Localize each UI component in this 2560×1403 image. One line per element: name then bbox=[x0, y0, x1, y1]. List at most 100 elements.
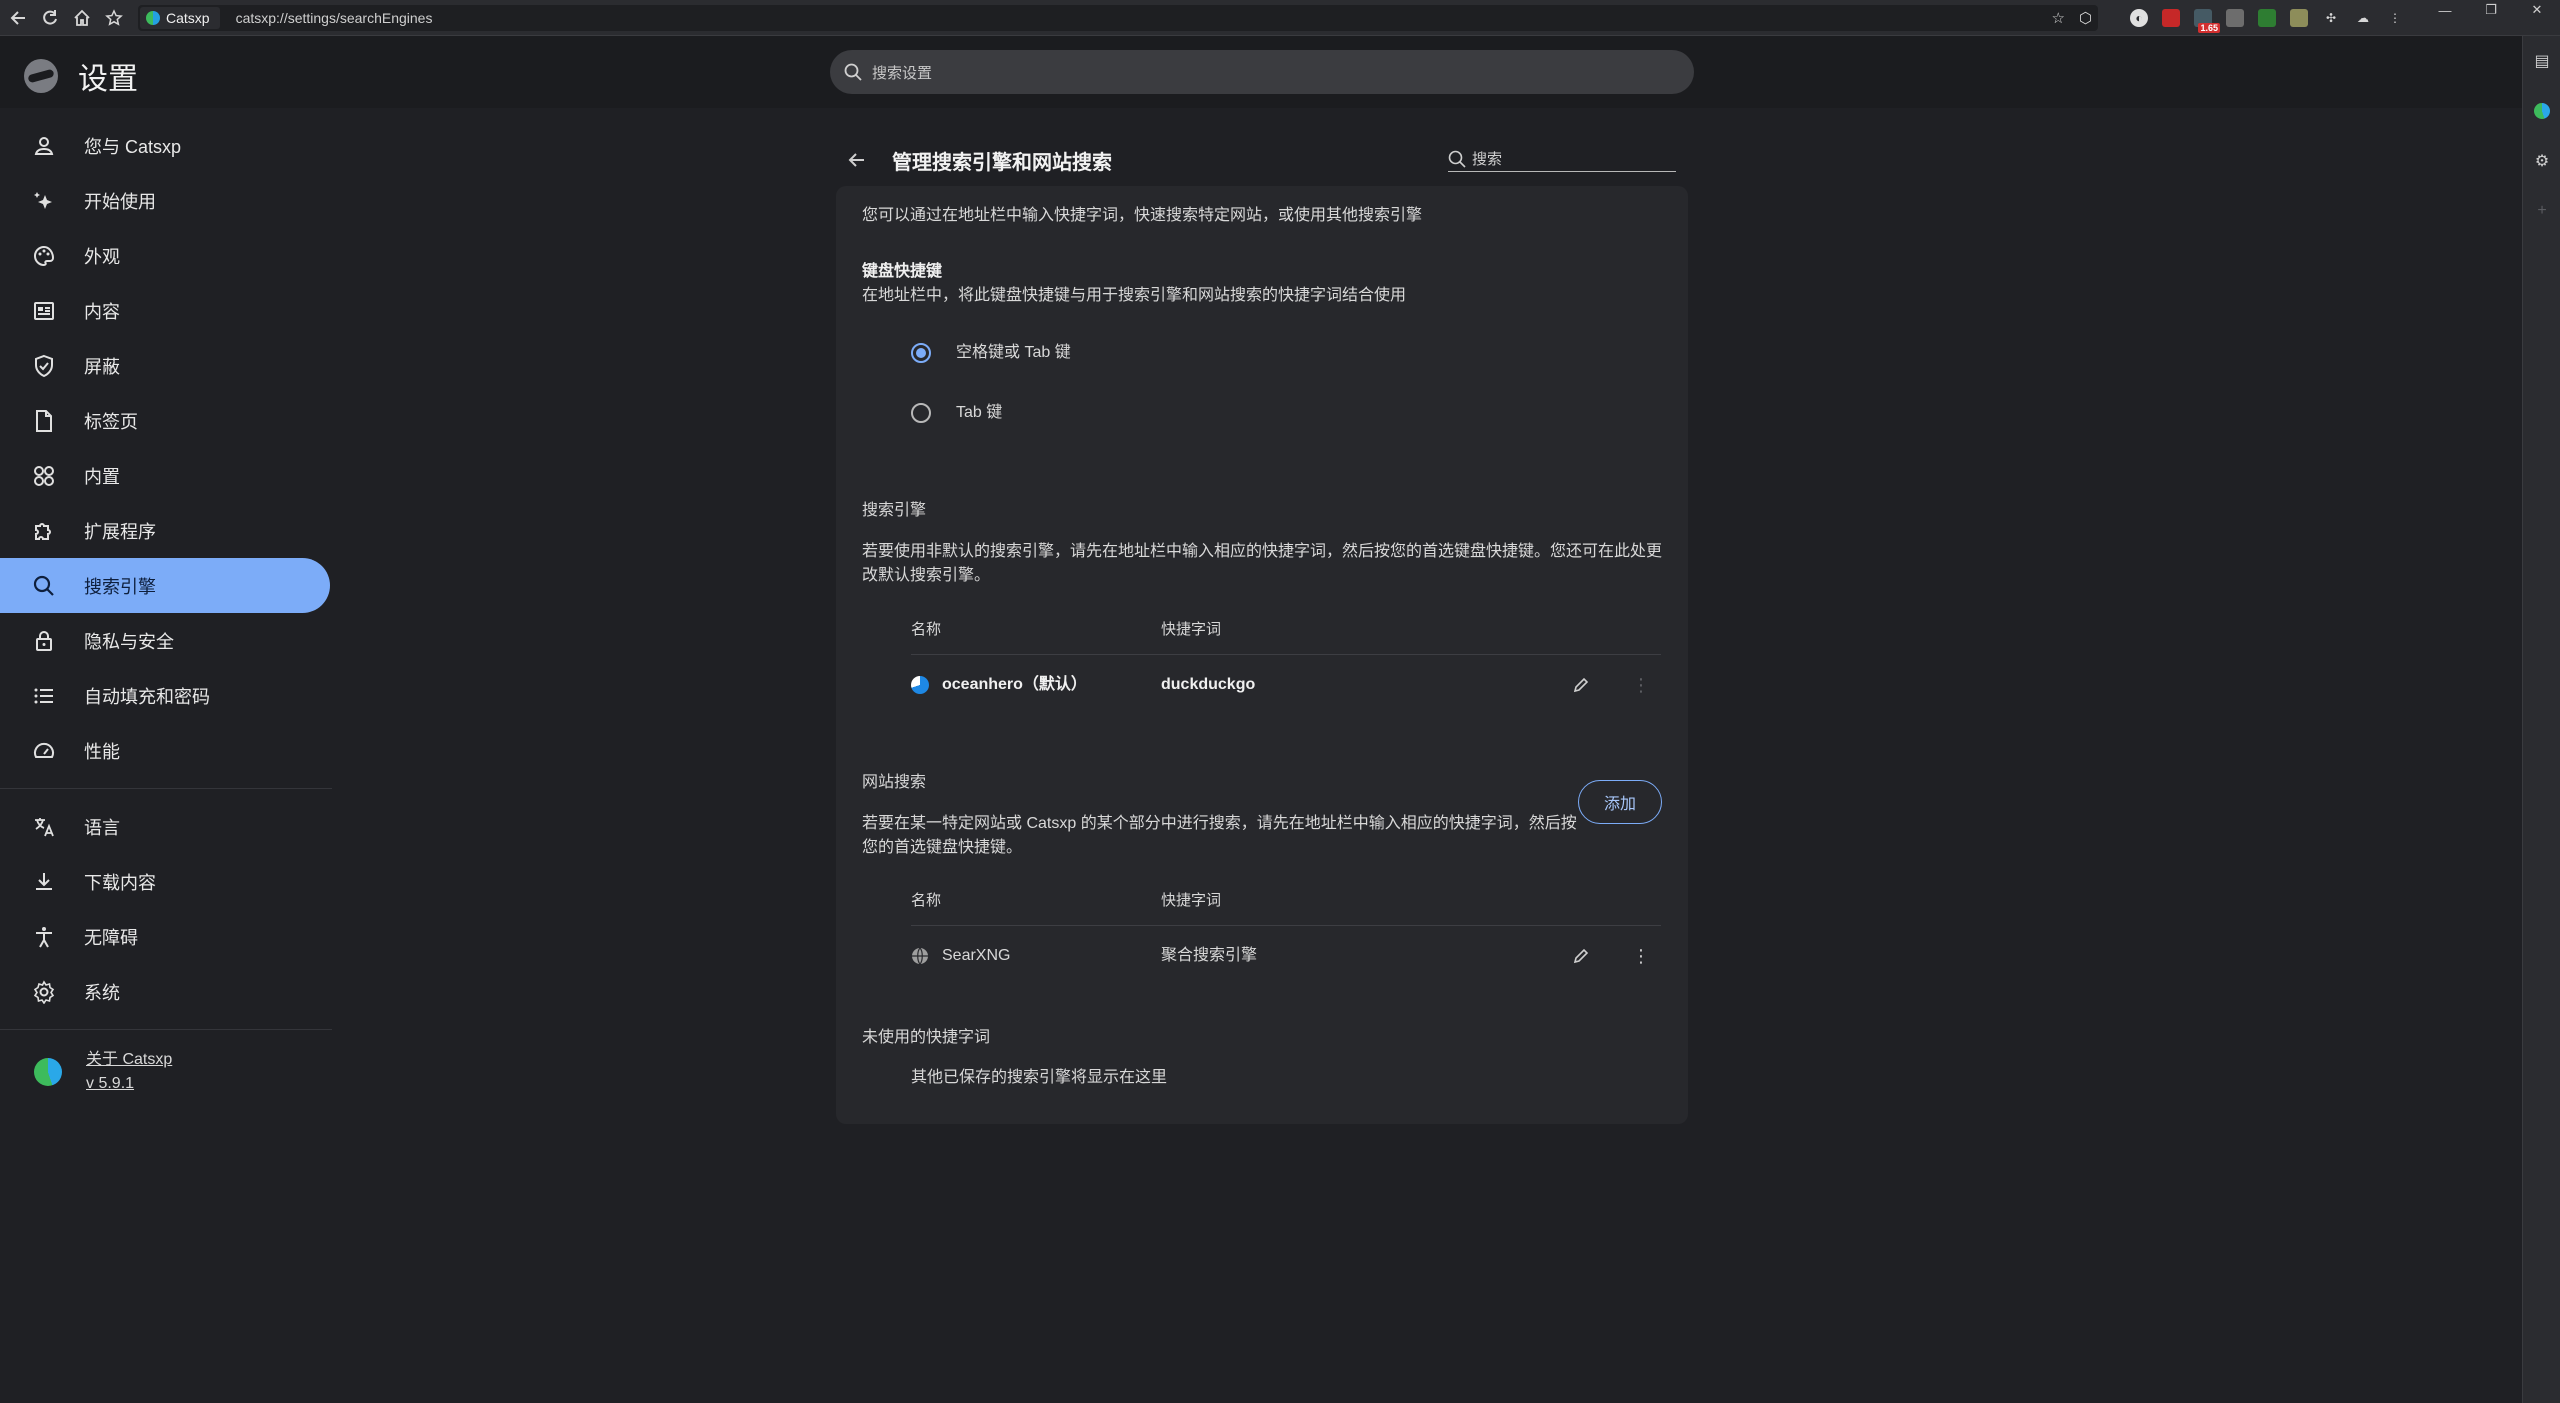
search-placeholder: 搜索设置 bbox=[872, 64, 933, 82]
radio-space-or-tab-label[interactable]: 空格键或 Tab 键 bbox=[956, 341, 1071, 365]
sidebar-item-label: 无障碍 bbox=[84, 927, 138, 948]
subpage-search-input[interactable]: 搜索 bbox=[1448, 146, 1676, 172]
extension-yellow-icon[interactable] bbox=[2290, 9, 2308, 27]
add-panel-icon[interactable]: + bbox=[2523, 186, 2560, 236]
sidebar-item-label: 外观 bbox=[84, 246, 120, 267]
restore-icon[interactable]: ❐ bbox=[2468, 0, 2514, 20]
back-arrow-icon[interactable] bbox=[844, 147, 870, 173]
extension-grid-icon[interactable] bbox=[2226, 9, 2244, 27]
sidebar-item-languages[interactable]: 语言 bbox=[0, 799, 330, 854]
more-menu-icon[interactable]: ⋮ bbox=[1629, 944, 1653, 968]
home-icon[interactable] bbox=[68, 4, 96, 32]
address-bar[interactable]: Catsxp catsxp://settings/searchEngines ☆… bbox=[138, 5, 2098, 31]
sidebar-item-getting-started[interactable]: 开始使用 bbox=[0, 173, 330, 228]
engine-name: oceanhero（默认） bbox=[942, 676, 1087, 693]
browser-toolbar: Catsxp catsxp://settings/searchEngines ☆… bbox=[0, 0, 2560, 36]
keyboard-desc: 在地址栏中，将此键盘快捷键与用于搜索引擎和网站搜索的快捷字词结合使用 bbox=[862, 287, 1407, 304]
sites-col-keyword: 快捷字词 bbox=[1161, 892, 1222, 909]
sidebar-item-performance[interactable]: 性能 bbox=[0, 723, 330, 778]
sidebar: 您与 Catsxp 开始使用 外观 内容 屏蔽 标签页 内置 扩展程序 搜索引擎… bbox=[0, 118, 332, 1096]
settings-search-input[interactable]: 搜索设置 bbox=[830, 50, 1694, 94]
settings-brand: 设置 bbox=[24, 54, 138, 98]
sidebar-item-label: 内置 bbox=[84, 466, 120, 487]
menu-dots-icon[interactable]: ⋮ bbox=[2386, 9, 2404, 27]
intro-text: 您可以通过在地址栏中输入快捷字词，快速搜索特定网站，或使用其他搜索引擎 bbox=[862, 207, 1423, 224]
star-icon[interactable]: ☆ bbox=[2051, 9, 2064, 27]
sidebar-item-label: 自动填充和密码 bbox=[84, 686, 210, 707]
extension-red-icon[interactable] bbox=[2162, 9, 2180, 27]
unused-empty-text: 其他已保存的搜索引擎将显示在这里 bbox=[911, 1069, 1168, 1086]
settings-card: 您可以通过在地址栏中输入快捷字词，快速搜索特定网站，或使用其他搜索引擎 键盘快捷… bbox=[836, 186, 1688, 1124]
sidebar-item-label: 搜索引擎 bbox=[84, 576, 156, 597]
palette-icon bbox=[30, 242, 58, 270]
sidebar-item-you[interactable]: 您与 Catsxp bbox=[0, 118, 330, 173]
edit-pencil-icon[interactable] bbox=[1569, 944, 1593, 968]
catsxp-panel-icon[interactable] bbox=[2523, 86, 2560, 136]
sidebar-item-builtin[interactable]: 内置 bbox=[0, 448, 330, 503]
sites-col-name: 名称 bbox=[911, 892, 942, 909]
sidebar-item-tabs[interactable]: 标签页 bbox=[0, 393, 330, 448]
keyboard-heading: 键盘快捷键 bbox=[862, 263, 943, 280]
about-catsxp[interactable]: 关于 Catsxp v 5.9.1 bbox=[0, 1048, 332, 1096]
more-menu-icon[interactable]: ⋮ bbox=[1629, 673, 1653, 697]
radio-space-or-tab[interactable] bbox=[911, 343, 931, 363]
site-name: SearXNG bbox=[942, 947, 1011, 964]
content-icon bbox=[30, 297, 58, 325]
oceanhero-favicon-icon bbox=[911, 676, 929, 694]
shield-icon[interactable]: ⬡ bbox=[2079, 9, 2092, 27]
translate-icon bbox=[30, 813, 58, 841]
gauge-icon bbox=[30, 737, 58, 765]
sidebar-item-accessibility[interactable]: 无障碍 bbox=[0, 909, 330, 964]
sidebar-item-autofill[interactable]: 自动填充和密码 bbox=[0, 668, 330, 723]
sidebar-item-content[interactable]: 内容 bbox=[0, 283, 330, 338]
engines-desc: 若要使用非默认的搜索引擎，请先在地址栏中输入相应的快捷字词，然后按您的首选键盘快… bbox=[862, 543, 1663, 584]
catsxp-shield-icon[interactable]: ◐ bbox=[2130, 9, 2148, 27]
site-keyword: 聚合搜索引擎 bbox=[1161, 947, 1258, 964]
catsxp-logo-icon bbox=[34, 1058, 62, 1086]
about-link[interactable]: 关于 Catsxp bbox=[86, 1048, 172, 1072]
puzzle-icon bbox=[30, 517, 58, 545]
unused-heading: 未使用的快捷字词 bbox=[862, 1029, 991, 1046]
sidebar-item-shields[interactable]: 屏蔽 bbox=[0, 338, 330, 393]
sidebar-item-system[interactable]: 系统 bbox=[0, 964, 330, 1019]
download-icon bbox=[30, 868, 58, 896]
table-divider bbox=[911, 925, 1661, 926]
url-text[interactable]: catsxp://settings/searchEngines bbox=[236, 10, 433, 26]
site-chip[interactable]: Catsxp bbox=[140, 7, 220, 29]
back-icon[interactable] bbox=[4, 4, 32, 32]
sidebar-item-downloads[interactable]: 下载内容 bbox=[0, 854, 330, 909]
sidebar-item-search-engines[interactable]: 搜索引擎 bbox=[0, 558, 330, 613]
minimize-icon[interactable]: — bbox=[2422, 0, 2468, 20]
engine-keyword: duckduckgo bbox=[1161, 676, 1256, 693]
radio-tab[interactable] bbox=[911, 403, 931, 423]
add-site-search-button[interactable]: 添加 bbox=[1578, 780, 1662, 824]
table-divider bbox=[911, 654, 1661, 655]
close-icon[interactable]: ✕ bbox=[2514, 0, 2560, 20]
sidebar-item-appearance[interactable]: 外观 bbox=[0, 228, 330, 283]
search-icon bbox=[1448, 150, 1466, 168]
catsxp-logo-icon bbox=[24, 59, 58, 93]
version-link[interactable]: v 5.9.1 bbox=[86, 1072, 172, 1096]
sidebar-item-label: 隐私与安全 bbox=[84, 631, 174, 652]
sidebar-item-privacy[interactable]: 隐私与安全 bbox=[0, 613, 330, 668]
person-icon bbox=[30, 132, 58, 160]
extension-green-icon[interactable] bbox=[2258, 9, 2276, 27]
settings-panel-icon[interactable]: ⚙ bbox=[2523, 136, 2560, 186]
puzzle-icon[interactable]: ✣ bbox=[2322, 9, 2340, 27]
gear-icon bbox=[30, 978, 58, 1006]
sidebar-item-extensions[interactable]: 扩展程序 bbox=[0, 503, 330, 558]
reload-icon[interactable] bbox=[36, 4, 64, 32]
about-text: 关于 Catsxp v 5.9.1 bbox=[86, 1048, 172, 1096]
bookmark-star-icon[interactable] bbox=[100, 4, 128, 32]
extension-badge-icon[interactable]: 1.65 bbox=[2194, 9, 2220, 33]
search-icon bbox=[844, 63, 862, 81]
reading-list-icon[interactable]: ▤ bbox=[2523, 36, 2560, 86]
globe-icon bbox=[911, 947, 929, 965]
cloud-upload-icon[interactable]: ☁ bbox=[2354, 9, 2372, 27]
side-panel: ▤ ⚙ + bbox=[2522, 36, 2560, 1403]
sidebar-divider bbox=[0, 1029, 332, 1030]
sites-desc: 若要在某一特定网站或 Catsxp 的某个部分中进行搜索，请先在地址栏中输入相应… bbox=[862, 815, 1577, 856]
radio-tab-label[interactable]: Tab 键 bbox=[956, 401, 1002, 425]
edit-pencil-icon[interactable] bbox=[1569, 673, 1593, 697]
grid-icon bbox=[30, 462, 58, 490]
